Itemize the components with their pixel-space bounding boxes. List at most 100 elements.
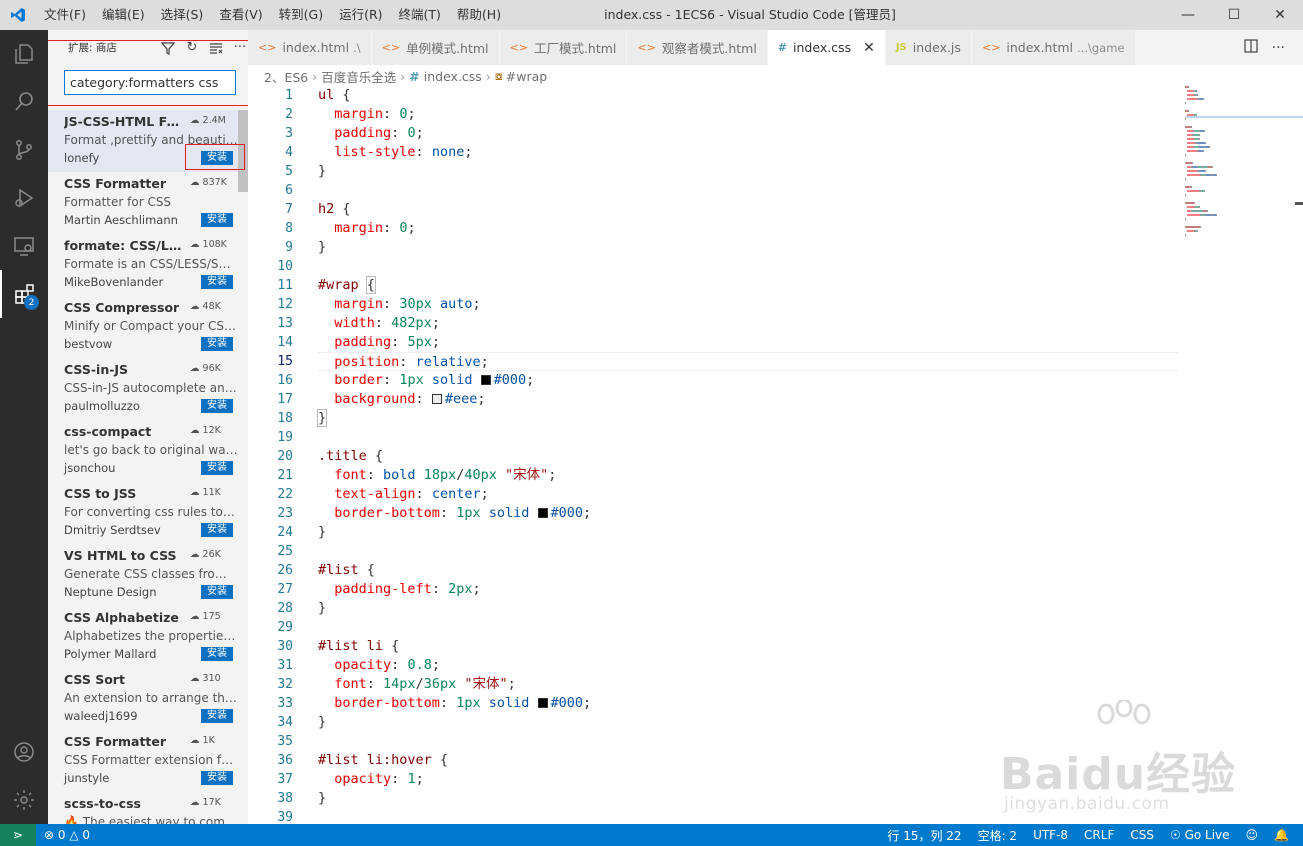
color-swatch[interactable] — [537, 698, 548, 708]
end-of-line[interactable]: CRLF — [1076, 828, 1122, 842]
extension-item[interactable]: css-compact ☁ 12K let's go back to origina… — [48, 420, 238, 482]
extension-item[interactable]: CSS Alphabetize ☁ 175 Alphabetizes the pro… — [48, 606, 238, 668]
code-line[interactable] — [318, 542, 1178, 561]
breadcrumb-folder[interactable]: 百度音乐全选 — [321, 67, 396, 86]
code-line[interactable]: margin: 0; — [318, 105, 1178, 124]
notifications-bell-icon[interactable]: 🔔 — [1266, 828, 1297, 842]
extension-item[interactable]: CSS to JSS ☁ 11K For converting css rules … — [48, 482, 238, 544]
extension-item[interactable]: scss-to-css ☁ 17K 🔥 The easiest way to com… — [48, 792, 238, 824]
code-line[interactable]: .title { — [318, 447, 1178, 466]
code-line[interactable] — [318, 257, 1178, 276]
split-editor-icon[interactable] — [1244, 38, 1258, 57]
code-line[interactable]: opacity: 0.8; — [318, 656, 1178, 675]
menu-item[interactable]: 运行(R) — [331, 0, 390, 30]
remote-explorer-icon[interactable] — [0, 222, 48, 270]
code-line[interactable]: } — [318, 599, 1178, 618]
minimize-icon[interactable]: — — [1165, 0, 1211, 30]
install-button[interactable]: 安装 — [201, 771, 233, 785]
breadcrumb-symbol[interactable]: #wrap — [506, 69, 547, 84]
editor-tab[interactable]: JS index.js — [885, 30, 972, 65]
cursor-position[interactable]: 行 15，列 22 — [879, 827, 969, 844]
code-line[interactable]: #list li { — [318, 637, 1178, 656]
code-line[interactable]: } — [318, 162, 1178, 181]
extension-item[interactable]: CSS Formatter ☁ 837K Formatter for CSS Mart… — [48, 172, 238, 234]
code-line[interactable]: } — [318, 238, 1178, 257]
extension-item[interactable]: CSS Sort ☁ 310 An extension to arrange the… — [48, 668, 238, 730]
code-line[interactable]: border-bottom: 1px solid #000; — [318, 504, 1178, 523]
code-line[interactable]: margin: 0; — [318, 219, 1178, 238]
code-line[interactable]: font: bold 18px/40px "宋体"; — [318, 466, 1178, 485]
editor-tab[interactable]: <> index.html .\ — [248, 30, 372, 65]
more-actions-icon[interactable]: ··· — [1272, 40, 1285, 56]
code-line[interactable]: text-align: center; — [318, 485, 1178, 504]
indentation[interactable]: 空格: 2 — [970, 827, 1026, 844]
editor-tab[interactable]: <> index.html ...\game — [971, 30, 1136, 65]
install-button[interactable]: 安装 — [201, 275, 233, 289]
color-swatch[interactable] — [537, 508, 548, 518]
menu-item[interactable]: 帮助(H) — [449, 0, 509, 30]
menu-item[interactable]: 终端(T) — [391, 0, 449, 30]
encoding[interactable]: UTF-8 — [1025, 828, 1076, 842]
code-line[interactable]: padding: 0; — [318, 124, 1178, 143]
code-line[interactable]: } — [318, 523, 1178, 542]
install-button[interactable]: 安装 — [201, 337, 233, 351]
breadcrumb-folder[interactable]: 2、ES6 — [264, 67, 308, 86]
code-line[interactable]: } — [316, 409, 1178, 428]
minimap[interactable] — [1185, 86, 1303, 236]
extensions-icon[interactable]: 2 — [0, 270, 48, 318]
extension-item[interactable]: CSS-in-JS ☁ 96K CSS-in-JS autocomplete and… — [48, 358, 238, 420]
extension-item[interactable]: VS HTML to CSS ☁ 26K Generate CSS classes … — [48, 544, 238, 606]
go-live-button[interactable]: ☉ Go Live — [1162, 828, 1238, 842]
close-window-icon[interactable]: ✕ — [1257, 0, 1303, 30]
code-line[interactable]: padding: 5px; — [318, 333, 1178, 352]
install-button[interactable]: 安装 — [201, 523, 233, 537]
menu-item[interactable]: 查看(V) — [211, 0, 270, 30]
install-button[interactable]: 安装 — [201, 647, 233, 661]
editor-tab[interactable]: # index.css ✕ — [767, 30, 886, 65]
code-line[interactable]: padding-left: 2px; — [318, 580, 1178, 599]
code-line[interactable]: position: relative; — [318, 352, 1178, 371]
color-swatch[interactable] — [480, 375, 491, 385]
install-button[interactable]: 安装 — [201, 213, 233, 227]
accounts-icon[interactable] — [0, 728, 48, 776]
menu-item[interactable]: 编辑(E) — [94, 0, 153, 30]
breadcrumb-file[interactable]: index.css — [424, 69, 482, 84]
extension-item[interactable]: CSS Formatter ☁ 1K CSS Formatter extension… — [48, 730, 238, 792]
run-debug-icon[interactable] — [0, 174, 48, 222]
install-button[interactable]: 安装 — [201, 585, 233, 599]
code-line[interactable]: border: 1px solid #000; — [318, 371, 1178, 390]
source-control-icon[interactable] — [0, 126, 48, 174]
code-line[interactable]: font: 14px/36px "宋体"; — [318, 675, 1178, 694]
code-line[interactable] — [318, 618, 1178, 637]
feedback-icon[interactable]: ☺ — [1238, 828, 1267, 842]
extension-item[interactable]: formate: CSS/LES... ☁ 108K Formate is an C… — [48, 234, 238, 296]
close-tab-icon[interactable]: ✕ — [863, 40, 875, 56]
code-line[interactable] — [318, 181, 1178, 200]
install-button[interactable]: 安装 — [201, 399, 233, 413]
code-line[interactable]: background: #eee; — [318, 390, 1178, 409]
menu-item[interactable]: 文件(F) — [36, 0, 94, 30]
editor-tab[interactable]: <> 工厂模式.html — [499, 30, 628, 65]
install-button[interactable]: 安装 — [201, 709, 233, 723]
code-line[interactable]: ul { — [318, 86, 1178, 105]
language-mode[interactable]: CSS — [1122, 828, 1162, 842]
code-line[interactable]: list-style: none; — [318, 143, 1178, 162]
maximize-icon[interactable]: ☐ — [1211, 0, 1257, 30]
explorer-icon[interactable] — [0, 30, 48, 78]
settings-gear-icon[interactable] — [0, 776, 48, 824]
editor-tab[interactable]: <> 观察者模式.html — [627, 30, 768, 65]
code-line[interactable]: width: 482px; — [318, 314, 1178, 333]
code-line[interactable] — [318, 428, 1178, 447]
code-line[interactable]: #list { — [318, 561, 1178, 580]
search-icon[interactable] — [0, 78, 48, 126]
remote-indicator-icon[interactable]: ⋗ — [0, 824, 36, 846]
editor-tab[interactable]: <> 单例模式.html — [371, 30, 500, 65]
menu-item[interactable]: 选择(S) — [153, 0, 212, 30]
code-line[interactable]: margin: 30px auto; — [318, 295, 1178, 314]
extension-item[interactable]: CSS Compressor ☁ 48K Minify or Compact you… — [48, 296, 238, 358]
menu-item[interactable]: 转到(G) — [271, 0, 331, 30]
install-button[interactable]: 安装 — [201, 461, 233, 475]
color-swatch[interactable] — [431, 394, 442, 404]
problems-indicator[interactable]: ⊗ 0 △ 0 — [44, 828, 90, 842]
code-line[interactable]: #wrap { — [318, 276, 1178, 295]
